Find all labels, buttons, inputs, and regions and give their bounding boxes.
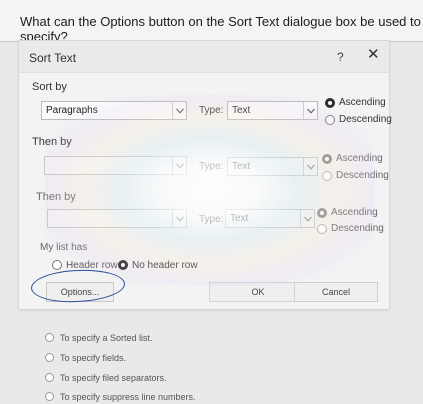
answer-radio[interactable] [45, 373, 54, 382]
sort-by-descending-label: Descending [339, 114, 392, 125]
sort-by-type-select[interactable]: Text [227, 101, 318, 120]
then-by-1-type-select[interactable]: Text [227, 157, 318, 176]
then-by-1-type-value: Text [232, 161, 251, 172]
answer-radio[interactable] [45, 353, 54, 362]
sort-by-label: Sort by [32, 81, 67, 93]
sort-text-dialog: Sort Text ? ✕ Sort by Paragraphs Type: T… [18, 40, 392, 310]
then-by-2-type-value: Text [230, 213, 249, 224]
then-by-1-field-select[interactable] [44, 156, 187, 175]
sort-by-descending-radio[interactable] [325, 115, 335, 125]
ok-button[interactable]: OK [209, 282, 307, 302]
dialog-title: Sort Text [29, 51, 77, 65]
then-by-2-type-label: Type: [199, 214, 224, 225]
then-by-1-descending-label: Descending [336, 170, 389, 181]
answer-text: To specify filed separators. [60, 373, 167, 383]
options-button[interactable]: Options... [46, 282, 114, 302]
header-row-label: Header row [66, 260, 118, 271]
dialog-titlebar: Sort Text ? ✕ [19, 41, 389, 73]
no-header-row-radio[interactable] [118, 260, 128, 270]
then-by-1-type-label: Type: [199, 161, 224, 172]
then-by-1-ascending-label: Ascending [336, 153, 383, 164]
then-by-2-field-select[interactable] [47, 209, 187, 228]
then-by-1-label: Then by [32, 136, 72, 148]
then-by-1-ascending-radio[interactable] [322, 154, 332, 164]
answer-radio[interactable] [45, 392, 54, 401]
then-by-2-ascending-radio[interactable] [317, 208, 327, 218]
close-icon[interactable]: ✕ [367, 47, 380, 62]
then-by-2-ascending-label: Ascending [331, 207, 378, 218]
then-by-2-descending-label: Descending [331, 223, 384, 234]
my-list-has-label: My list has [40, 242, 88, 253]
sort-by-ascending-radio[interactable] [325, 98, 335, 108]
sort-by-ascending-label: Ascending [339, 97, 386, 108]
answer-text: To specify fields. [60, 353, 127, 363]
then-by-2-descending-radio[interactable] [317, 224, 327, 234]
sort-by-field-value: Paragraphs [46, 105, 98, 116]
then-by-1-descending-radio[interactable] [322, 171, 332, 181]
chevron-down-icon [303, 158, 317, 175]
answer-radio[interactable] [45, 333, 54, 342]
no-header-row-label: No header row [132, 260, 198, 271]
then-by-2-label: Then by [36, 191, 76, 203]
chevron-down-icon [172, 102, 186, 119]
chevron-down-icon [303, 102, 317, 119]
answer-text: To specify suppress line numbers. [60, 392, 196, 402]
photo-of-screen: What can the Options button on the Sort … [0, 0, 423, 404]
answer-text: To specify a Sorted list. [60, 333, 153, 343]
sort-by-type-label: Type: [199, 105, 224, 116]
then-by-2-type-select[interactable]: Text [225, 209, 315, 228]
header-row-radio[interactable] [52, 260, 62, 270]
cancel-button[interactable]: Cancel [294, 282, 378, 302]
sort-by-type-value: Text [232, 105, 251, 116]
chevron-down-icon [172, 210, 186, 227]
chevron-down-icon [172, 157, 186, 174]
chevron-down-icon [300, 210, 314, 227]
question-text: What can the Options button on the Sort … [0, 0, 423, 44]
sort-by-field-select[interactable]: Paragraphs [41, 101, 187, 120]
help-button[interactable]: ? [337, 50, 344, 64]
